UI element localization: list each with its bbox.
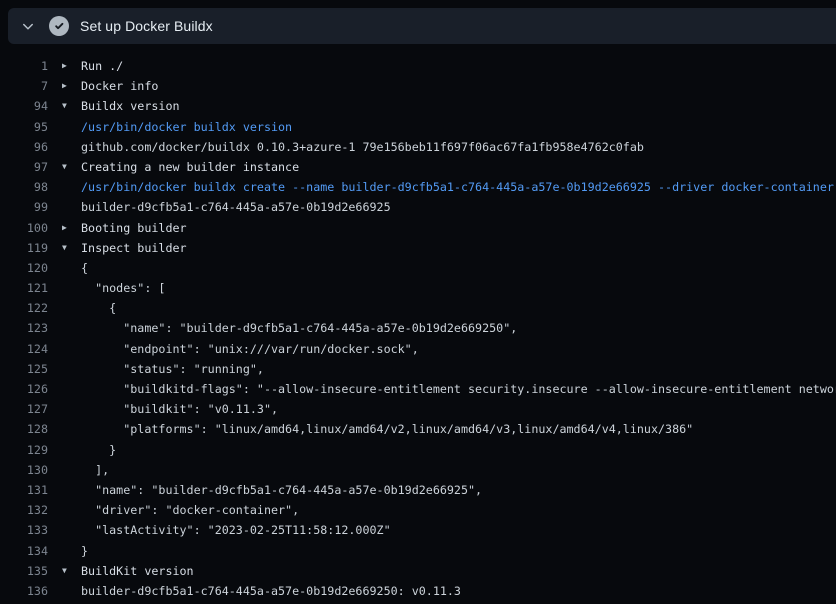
log-line: 95/usr/bin/docker buildx version <box>0 117 836 137</box>
log-group-line[interactable]: 7 ▶ Docker info <box>0 76 836 96</box>
line-number[interactable]: 131 <box>0 480 48 500</box>
line-number[interactable]: 124 <box>0 339 48 359</box>
output-text: github.com/docker/buildx 0.10.3+azure-1 … <box>81 140 644 154</box>
group-title: Creating a new builder instance <box>81 160 299 174</box>
log-line: 133 "lastActivity": "2023-02-25T11:58:12… <box>0 520 836 540</box>
triangle-down-icon[interactable]: ▼ <box>62 561 67 581</box>
group-title: Buildx version <box>81 99 180 113</box>
log-line: 120 { <box>0 258 836 278</box>
line-number[interactable]: 122 <box>0 298 48 318</box>
log-line: 123 "name": "builder-d9cfb5a1-c764-445a-… <box>0 318 836 338</box>
command-text: /usr/bin/docker buildx create --name bui… <box>81 180 834 194</box>
output-text: { <box>81 301 116 315</box>
log-group-line[interactable]: 135 ▼ BuildKit version <box>0 561 836 581</box>
group-title: Run ./ <box>81 59 123 73</box>
log-line: 122 { <box>0 298 836 318</box>
line-number[interactable]: 125 <box>0 359 48 379</box>
log-group-line[interactable]: 100 ▶ Booting builder <box>0 218 836 238</box>
line-number[interactable]: 133 <box>0 520 48 540</box>
triangle-down-icon[interactable]: ▼ <box>62 238 67 258</box>
line-number[interactable]: 96 <box>0 137 48 157</box>
group-title: Booting builder <box>81 221 187 235</box>
output-text: "platforms": "linux/amd64,linux/amd64/v2… <box>81 422 693 436</box>
line-number[interactable]: 7 <box>0 76 48 96</box>
log-line: 129 } <box>0 440 836 460</box>
line-number[interactable]: 100 <box>0 218 48 238</box>
line-number[interactable]: 129 <box>0 440 48 460</box>
group-title: Docker info <box>81 79 158 93</box>
log-line: 134} <box>0 541 836 561</box>
log-line: 121 "nodes": [ <box>0 278 836 298</box>
log-line: 132 "driver": "docker-container", <box>0 500 836 520</box>
line-number[interactable]: 130 <box>0 460 48 480</box>
line-number[interactable]: 134 <box>0 541 48 561</box>
output-text: { <box>81 261 88 275</box>
step-title: Set up Docker Buildx <box>80 18 213 34</box>
output-text: "name": "builder-d9cfb5a1-c764-445a-a57e… <box>81 483 482 497</box>
log-line: 127 "buildkit": "v0.11.3", <box>0 399 836 419</box>
log-line: 136 builder-d9cfb5a1-c764-445a-a57e-0b19d… <box>0 581 836 601</box>
line-number[interactable]: 119 <box>0 238 48 258</box>
line-number[interactable]: 126 <box>0 379 48 399</box>
output-text: "status": "running", <box>81 362 264 376</box>
line-number[interactable]: 135 <box>0 561 48 581</box>
log-line: 125 "status": "running", <box>0 359 836 379</box>
log-group-line[interactable]: 119 ▼ Inspect builder <box>0 238 836 258</box>
line-number[interactable]: 123 <box>0 318 48 338</box>
log-group-line[interactable]: 94 ▼ Buildx version <box>0 96 836 116</box>
output-text: "name": "builder-d9cfb5a1-c764-445a-a57e… <box>81 321 517 335</box>
log-line: 130 ], <box>0 460 836 480</box>
triangle-down-icon[interactable]: ▼ <box>62 96 67 116</box>
check-circle-icon <box>49 16 69 36</box>
log-line: 126 "buildkitd-flags": "--allow-insecure… <box>0 379 836 399</box>
line-number[interactable]: 1 <box>0 56 48 76</box>
log-line: 128 "platforms": "linux/amd64,linux/amd6… <box>0 419 836 439</box>
log-line: 96 github.com/docker/buildx 0.10.3+azure-… <box>0 137 836 157</box>
triangle-right-icon[interactable]: ▶ <box>62 218 67 238</box>
output-text: } <box>81 443 116 457</box>
line-number[interactable]: 127 <box>0 399 48 419</box>
line-number[interactable]: 98 <box>0 177 48 197</box>
output-text: "driver": "docker-container", <box>81 503 299 517</box>
line-number[interactable]: 94 <box>0 96 48 116</box>
output-text: "buildkit": "v0.11.3", <box>81 402 278 416</box>
line-number[interactable]: 121 <box>0 278 48 298</box>
output-text: ], <box>81 463 109 477</box>
log-lines: 1 ▶ Run ./ 7 ▶ Docker info 94 ▼ Buildx version 95… <box>0 46 836 604</box>
output-text: "buildkitd-flags": "--allow-insecure-ent… <box>81 382 836 396</box>
output-text: builder-d9cfb5a1-c764-445a-a57e-0b19d2e6… <box>81 584 461 598</box>
line-number[interactable]: 132 <box>0 500 48 520</box>
chevron-down-icon <box>20 18 36 34</box>
output-text: "nodes": [ <box>81 281 165 295</box>
log-group-line[interactable]: 1 ▶ Run ./ <box>0 56 836 76</box>
triangle-right-icon[interactable]: ▶ <box>62 56 67 76</box>
output-text: "lastActivity": "2023-02-25T11:58:12.000… <box>81 523 391 537</box>
line-number[interactable]: 97 <box>0 157 48 177</box>
output-text: builder-d9cfb5a1-c764-445a-a57e-0b19d2e6… <box>81 200 391 214</box>
triangle-down-icon[interactable]: ▼ <box>62 157 67 177</box>
output-text: } <box>81 544 88 558</box>
command-text: /usr/bin/docker buildx version <box>81 120 292 134</box>
group-title: BuildKit version <box>81 564 194 578</box>
log-line: 99 builder-d9cfb5a1-c764-445a-a57e-0b19d2… <box>0 197 836 217</box>
log-line: 98/usr/bin/docker buildx create --name b… <box>0 177 836 197</box>
triangle-right-icon[interactable]: ▶ <box>62 76 67 96</box>
output-text: "endpoint": "unix:///var/run/docker.sock… <box>81 342 419 356</box>
group-title: Inspect builder <box>81 241 187 255</box>
line-number[interactable]: 99 <box>0 197 48 217</box>
line-number[interactable]: 95 <box>0 117 48 137</box>
log-line: 124 "endpoint": "unix:///var/run/docker.… <box>0 339 836 359</box>
line-number[interactable]: 128 <box>0 419 48 439</box>
log-group-line[interactable]: 97 ▼ Creating a new builder instance <box>0 157 836 177</box>
line-number[interactable]: 136 <box>0 581 48 601</box>
step-header[interactable]: Set up Docker Buildx <box>8 8 836 44</box>
line-number[interactable]: 120 <box>0 258 48 278</box>
log-line: 131 "name": "builder-d9cfb5a1-c764-445a-… <box>0 480 836 500</box>
